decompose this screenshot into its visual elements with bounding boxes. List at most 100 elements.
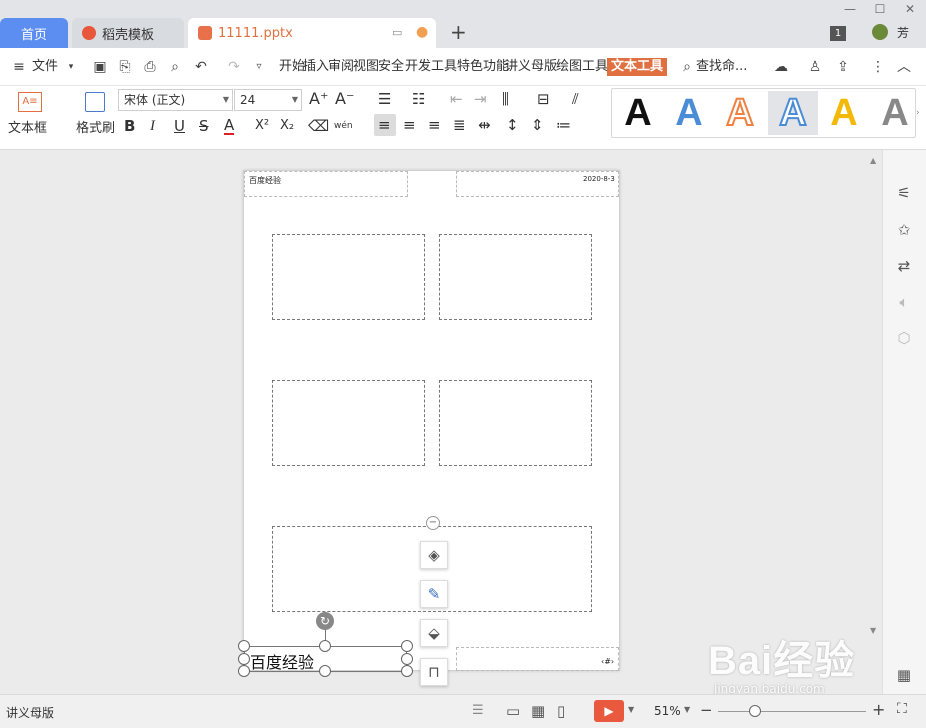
menu-item-insert[interactable]: 插入	[303, 58, 329, 76]
notes-icon[interactable]: ☰	[472, 703, 484, 718]
paragraph-spacing-icon[interactable]: ⇕	[531, 116, 544, 134]
resize-handle-e[interactable]	[401, 653, 413, 665]
share-icon[interactable]: ⇪	[834, 58, 852, 76]
columns-icon[interactable]: ⫽	[572, 90, 579, 108]
save-icon[interactable]: ▣	[91, 58, 109, 76]
format-icon[interactable]: ⎘	[116, 58, 134, 76]
bullets-icon[interactable]: ☰	[378, 90, 391, 108]
text-style-black[interactable]: A	[614, 91, 662, 135]
font-size-select[interactable]: 24 ▼	[234, 89, 302, 111]
chevron-down-icon[interactable]: ▼	[628, 705, 634, 714]
user-name[interactable]: 芳	[897, 24, 909, 41]
textbox-icon[interactable]: A≡	[18, 92, 42, 112]
properties-icon[interactable]: ⚟	[893, 182, 915, 204]
distribute-icon[interactable]: ⇹	[478, 116, 491, 134]
collapse-float-icon[interactable]: −	[426, 516, 440, 530]
rotate-handle-icon[interactable]: ↻	[316, 612, 334, 630]
layers-button[interactable]: ◈	[420, 541, 448, 569]
brush-button[interactable]: ✎	[420, 580, 448, 608]
menu-item-review[interactable]: 审阅	[328, 58, 354, 76]
reading-view-icon[interactable]: ▯	[557, 702, 565, 720]
more-options-icon[interactable]: ⋮	[869, 58, 887, 76]
italic-button[interactable]: I	[150, 117, 155, 135]
text-direction-icon[interactable]: ⫼	[502, 90, 509, 108]
chevron-right-icon[interactable]: ›	[916, 108, 920, 118]
phonetic-button[interactable]: wén	[334, 117, 353, 135]
fit-window-icon[interactable]: ⛶	[897, 701, 907, 717]
slide-placeholder-2[interactable]	[439, 234, 592, 320]
cloud-icon[interactable]: ☁	[772, 58, 790, 76]
menu-item-security[interactable]: 安全	[378, 58, 404, 76]
increase-font-icon[interactable]: A⁺	[309, 90, 328, 108]
minimize-button[interactable]: —	[841, 2, 859, 16]
font-family-select[interactable]: 宋体 (正文) ▼	[118, 89, 233, 111]
redo-icon[interactable]: ↷	[225, 58, 243, 76]
format-painter-label[interactable]: 格式刷	[76, 120, 115, 138]
justify-icon[interactable]: ≣	[453, 116, 466, 134]
apps-grid-icon[interactable]: ▦	[893, 664, 915, 686]
zoom-slider-thumb[interactable]	[749, 705, 761, 717]
collaborate-icon[interactable]: ♙	[806, 58, 824, 76]
superscript-button[interactable]: X²	[255, 117, 269, 135]
resize-handle-nw[interactable]	[238, 640, 250, 652]
maximize-button[interactable]: ☐	[871, 2, 889, 16]
transition-icon[interactable]: ⇄	[893, 255, 915, 277]
slide-placeholder-4[interactable]	[439, 380, 592, 466]
increase-indent-icon[interactable]: ⇥	[474, 90, 487, 108]
resize-handle-w[interactable]	[238, 653, 250, 665]
bold-button[interactable]: B	[124, 117, 135, 135]
zoom-in-icon[interactable]: +	[872, 700, 885, 719]
print-icon[interactable]: ⎙	[141, 58, 159, 76]
tab-templates[interactable]: 稻壳模板	[72, 18, 184, 48]
chevron-down-icon[interactable]: ▾	[62, 58, 80, 76]
add-tab-button[interactable]: +	[450, 20, 467, 44]
footer-text[interactable]: 百度经验	[250, 649, 314, 673]
text-style-gray[interactable]: A	[871, 91, 919, 135]
text-style-orange-outline[interactable]: A	[716, 91, 764, 135]
more-icon[interactable]: ▿	[250, 58, 268, 76]
menu-item-view[interactable]: 视图	[353, 58, 379, 76]
zoom-out-icon[interactable]: −	[700, 701, 713, 719]
close-button[interactable]: ✕	[901, 2, 919, 16]
eraser-icon[interactable]: ⌫	[308, 117, 329, 135]
animation-icon[interactable]: ✩	[893, 219, 915, 241]
slide-placeholder-3[interactable]	[272, 380, 425, 466]
format-painter-icon[interactable]	[85, 92, 105, 112]
menu-item-text-tools[interactable]: 文本工具	[607, 58, 668, 76]
menu-item-features[interactable]: 特色功能	[457, 58, 509, 76]
zoom-slider[interactable]	[718, 711, 866, 712]
resize-handle-se[interactable]	[401, 665, 413, 677]
align-right-icon[interactable]: ≡	[428, 116, 441, 134]
menu-item-developer[interactable]: 开发工具	[405, 58, 457, 76]
numbering-icon[interactable]: ☷	[412, 90, 425, 108]
command-search[interactable]: 查找命...	[696, 58, 747, 76]
play-slideshow-button[interactable]: ▶	[594, 700, 624, 722]
strikethrough-button[interactable]: S	[199, 117, 209, 135]
decrease-indent-icon[interactable]: ⇤	[450, 90, 463, 108]
monitor-icon[interactable]: ▭	[392, 26, 402, 39]
undo-icon[interactable]: ↶	[192, 58, 210, 76]
hamburger-icon[interactable]: ≡	[10, 58, 28, 76]
zoom-level[interactable]: 51%	[654, 704, 681, 718]
chevron-down-icon[interactable]: ▼	[684, 705, 690, 714]
window-count-badge[interactable]: 1	[830, 26, 846, 41]
text-style-yellow[interactable]: A	[820, 91, 868, 135]
slide-placeholder-1[interactable]	[272, 234, 425, 320]
tab-file[interactable]: 11111.pptx ▭ ●	[188, 18, 436, 48]
cube-icon[interactable]: ⬡	[893, 327, 915, 349]
fill-button[interactable]: ⬙	[420, 619, 448, 647]
audio-icon[interactable]: 🔈︎	[893, 291, 915, 313]
page-number-placeholder[interactable]	[456, 647, 619, 671]
sorter-view-icon[interactable]: ▦	[531, 702, 545, 720]
preview-icon[interactable]: ⌕	[166, 58, 184, 76]
menu-item-drawing-tools[interactable]: 绘图工具	[556, 58, 608, 76]
search-icon[interactable]: ⌕	[678, 58, 696, 76]
collapse-ribbon-icon[interactable]: ︿	[895, 58, 913, 76]
font-color-button[interactable]: A	[224, 117, 235, 135]
text-style-blue-outline[interactable]: A	[768, 91, 818, 135]
paragraph-settings-icon[interactable]: ≔	[556, 116, 571, 134]
text-style-blue[interactable]: A	[665, 91, 713, 135]
menu-item-handout-master[interactable]: 讲义母版	[505, 58, 557, 76]
avatar[interactable]	[872, 24, 888, 40]
align-text-icon[interactable]: ⊟	[537, 90, 550, 108]
